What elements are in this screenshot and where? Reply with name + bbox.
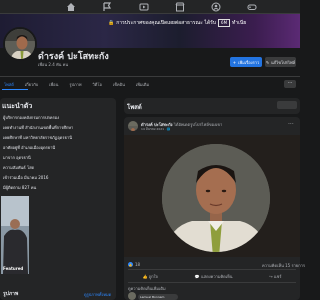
- tab-about[interactable]: เกี่ยวกับ: [25, 81, 38, 88]
- intro-line: อาศัยอยู่ที่ อำเภอเมืองอุดรธานี: [3, 145, 56, 150]
- intro-title: แนะนำตัว: [2, 102, 33, 110]
- post-profile-picture[interactable]: [124, 135, 300, 257]
- tab-posts[interactable]: โพสต์: [4, 81, 14, 88]
- profile-tab-bar: โพสต์ เกี่ยวกับ เพื่อน รูปภาพ วิดีโอ เช็…: [0, 77, 300, 91]
- photos-section-title: รูปภาพ: [3, 291, 19, 297]
- groups-icon[interactable]: [211, 2, 221, 12]
- edit-profile-label: แก้ไขโปรไฟล์: [271, 59, 296, 65]
- posts-header-card: [124, 98, 300, 114]
- comment-bubble[interactable]: Lamuel Bonnam: [138, 294, 178, 300]
- view-more-comments-link[interactable]: ดูความคิดเห็นเพิ่มเติม: [128, 285, 166, 292]
- like-button[interactable]: 👍 ถูกใจ: [142, 273, 157, 280]
- post-action-bar: 👍 ถูกใจ 💬 แสดงความคิดเห็น ↪ แชร์: [124, 271, 300, 281]
- flag-icon[interactable]: [102, 2, 112, 12]
- gaming-icon[interactable]: [247, 2, 257, 12]
- commenter-avatar[interactable]: [128, 292, 136, 300]
- share-label: แชร์: [274, 273, 282, 279]
- tab-videos[interactable]: วิดีโอ: [93, 81, 102, 88]
- lock-icon: 🔒: [108, 19, 115, 26]
- intro-line: เข้าร่วมเมื่อ มีนาคม 2016: [3, 175, 49, 180]
- filter-button[interactable]: [277, 101, 297, 109]
- comment-count[interactable]: ความคิดเห็น 15 รายการ: [262, 262, 305, 269]
- tab-overflow-button[interactable]: ···: [284, 80, 296, 88]
- add-story-button[interactable]: + เพิ่มเรื่องราว: [230, 57, 262, 67]
- top-navigation-bar: [0, 0, 300, 14]
- comment-button[interactable]: 💬 แสดงความคิดเห็น: [195, 273, 233, 280]
- thumbs-up-icon: 👍: [142, 273, 148, 279]
- tab-checkins[interactable]: เช็คอิน: [113, 81, 125, 88]
- home-icon[interactable]: [66, 2, 76, 12]
- featured-label: Featured: [3, 266, 24, 271]
- intro-line: ผู้บริหารกองคลังกรมการปกครอง: [3, 115, 60, 120]
- edit-profile-button[interactable]: ✎ แก้ไขโปรไฟล์: [265, 57, 296, 67]
- announcement-text: การประกาศของคุณเปิดเผยต่อสาธารณะ ได้รับ: [116, 19, 217, 26]
- intro-line: ความสัมพันธ์ โสด: [3, 165, 35, 170]
- like-reaction-icon: 👍: [128, 262, 133, 267]
- profile-avatar[interactable]: [3, 27, 37, 61]
- intro-line: มีผู้ติดตาม 827 คน: [3, 185, 37, 190]
- featured-photo[interactable]: [1, 196, 29, 274]
- tab-more[interactable]: เพิ่มเติม: [136, 81, 149, 88]
- intro-line: เคยทำงานที่ สำนักงานเขตพื้นที่การศึกษา: [3, 125, 74, 130]
- announcement-suffix: ทำเนีย: [232, 19, 247, 26]
- post-timestamp[interactable]: 14 มีนาคม 2021 · 🌐: [141, 127, 171, 132]
- like-label: ถูกใจ: [148, 273, 158, 279]
- privacy-announcement: 🔒 การประกาศของคุณเปิดเผยต่อสาธารณะ ได้รั…: [108, 18, 246, 27]
- share-icon: ↪: [269, 273, 273, 279]
- announcement-badge: 6M: [218, 18, 231, 27]
- active-tab-indicator: [2, 89, 28, 90]
- post-author-avatar[interactable]: [128, 121, 138, 131]
- posts-title: โพสต์: [127, 104, 142, 111]
- plus-icon: +: [232, 59, 237, 65]
- post-author-action: ได้อัพเดตรูปโปรไฟล์ของเขา: [173, 122, 223, 127]
- tab-friends[interactable]: เพื่อน: [49, 81, 58, 88]
- add-story-label: เพิ่มเรื่องราว: [238, 59, 260, 65]
- marketplace-icon[interactable]: [175, 2, 185, 12]
- comment-icon: 💬: [194, 273, 200, 279]
- post-divider: [128, 282, 296, 283]
- reaction-summary[interactable]: 👍 18: [128, 262, 140, 267]
- reaction-count: 18: [135, 262, 141, 267]
- pencil-icon: ✎: [265, 59, 270, 65]
- intro-line: มาจาก อุดรธานี: [3, 155, 31, 160]
- intro-line: เคยศึกษาที่ มหาวิทยาลัยราชภัฏอุดรธานี: [3, 135, 72, 140]
- post-divider: [128, 269, 296, 270]
- tab-photos[interactable]: รูปภาพ: [69, 81, 81, 88]
- share-button[interactable]: ↪ แชร์: [269, 273, 281, 280]
- friends-count[interactable]: เพื่อน 2.4 พัน คน: [38, 61, 68, 68]
- comment-label: แสดงความคิดเห็น: [201, 273, 233, 279]
- more-options-icon[interactable]: ···: [288, 121, 294, 128]
- see-all-photos-link[interactable]: ดูรูปภาพทั้งหมด: [84, 291, 111, 298]
- video-icon[interactable]: [139, 2, 149, 12]
